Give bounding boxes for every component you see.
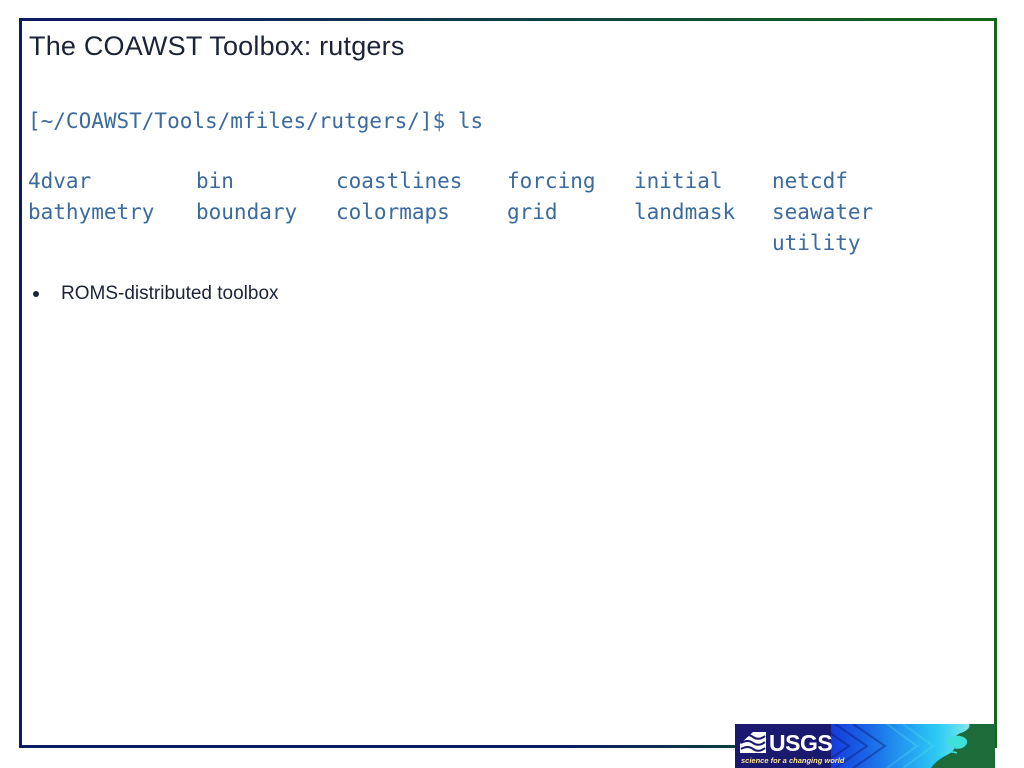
listing-entry: forcing — [507, 169, 596, 193]
listing-entry: utility — [772, 231, 861, 255]
listing-column: initial landmask — [634, 166, 735, 228]
listing-entry: initial — [634, 169, 723, 193]
slide-border-right — [994, 18, 997, 748]
list-item: ROMS-distributed toolbox — [29, 281, 279, 307]
listing-entry: bathymetry — [28, 200, 155, 224]
listing-column: netcdf seawater utility — [772, 166, 873, 259]
listing-entry: grid — [507, 200, 558, 224]
bullet-dot-icon — [33, 291, 39, 297]
listing-entry: netcdf — [772, 169, 848, 193]
logo-wordmark: USGS — [769, 730, 832, 756]
terminal-prompt-line: [~/COAWST/Tools/mfiles/rutgers/]$ ls — [28, 109, 484, 133]
listing-column: 4dvar bathymetry — [28, 166, 154, 228]
terminal-output: [~/COAWST/Tools/mfiles/rutgers/]$ ls 4dv… — [28, 106, 873, 266]
listing-entry: coastlines — [336, 169, 463, 193]
list-item-label: ROMS-distributed toolbox — [61, 283, 279, 304]
bullet-list: ROMS-distributed toolbox — [29, 281, 279, 307]
listing-entry: boundary — [196, 200, 298, 224]
usgs-logo: USGS science for a changing world — [735, 724, 995, 768]
slide-border-top — [19, 18, 997, 21]
listing-entry: colormaps — [336, 200, 450, 224]
listing-entry: 4dvar — [28, 169, 92, 193]
usgs-wave-icon — [740, 732, 766, 753]
slide-border-left — [19, 18, 22, 748]
listing-column: forcing grid — [507, 166, 596, 228]
listing-column: bin boundary — [196, 166, 297, 228]
listing-column: coastlines colormaps — [336, 166, 462, 228]
page-title: The COAWST Toolbox: rutgers — [29, 31, 405, 61]
logo-tagline: science for a changing world — [741, 756, 845, 765]
listing-entry: bin — [196, 169, 234, 193]
directory-listing: 4dvar bathymetry bin boundary coastlines… — [28, 166, 873, 266]
listing-entry: landmask — [634, 200, 736, 224]
listing-entry: seawater — [772, 200, 874, 224]
